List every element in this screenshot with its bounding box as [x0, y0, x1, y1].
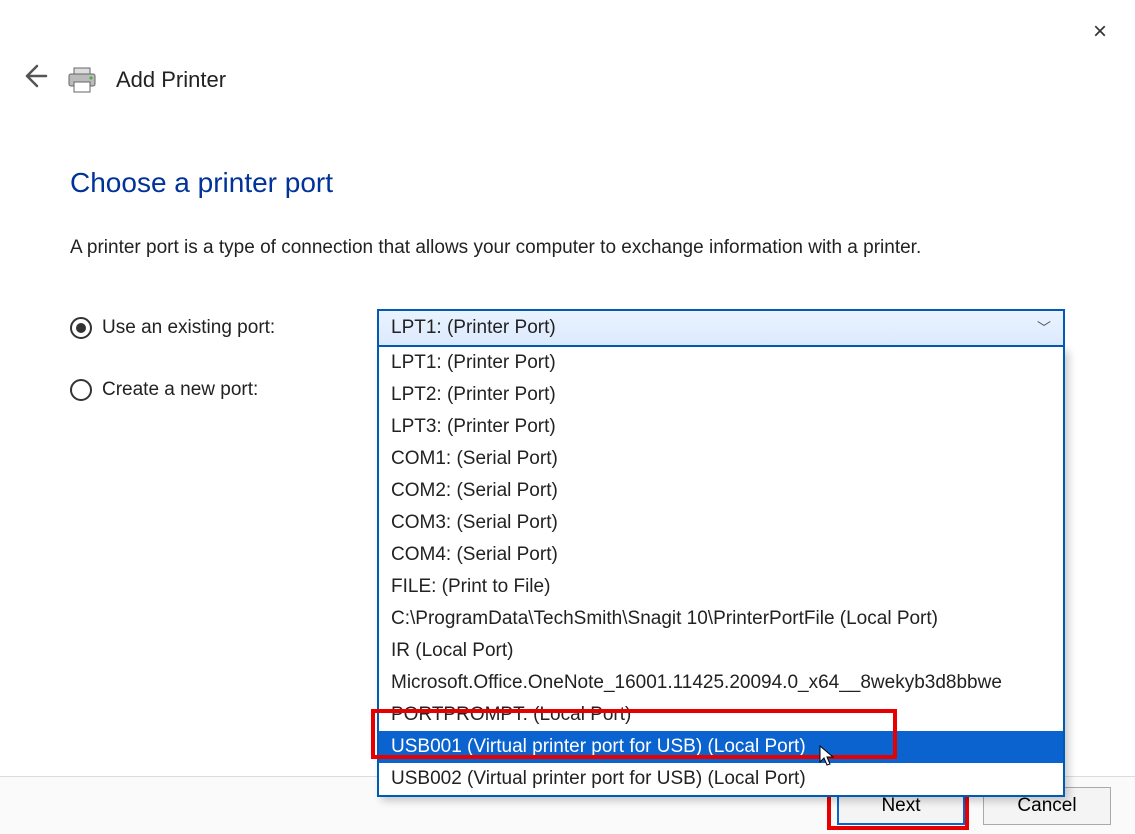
dropdown-option[interactable]: C:\ProgramData\TechSmith\Snagit 10\Print… — [379, 603, 1063, 635]
port-combobox[interactable]: LPT1: (Printer Port) ﹀ — [377, 309, 1065, 347]
dropdown-option[interactable]: COM2: (Serial Port) — [379, 475, 1063, 507]
back-button[interactable] — [20, 62, 48, 97]
dropdown-option[interactable]: COM1: (Serial Port) — [379, 443, 1063, 475]
wizard-header: Add Printer — [0, 0, 1135, 97]
dropdown-option[interactable]: LPT3: (Printer Port) — [379, 411, 1063, 443]
dropdown-option[interactable]: COM4: (Serial Port) — [379, 539, 1063, 571]
stage-description: A printer port is a type of connection t… — [70, 237, 1065, 259]
close-button[interactable]: × — [1093, 18, 1107, 46]
dropdown-option[interactable]: Microsoft.Office.OneNote_16001.11425.200… — [379, 667, 1063, 699]
dropdown-option[interactable]: IR (Local Port) — [379, 635, 1063, 667]
dropdown-option[interactable]: PORTPROMPT: (Local Port) — [379, 699, 1063, 731]
radio-use-existing[interactable]: Use an existing port: — [70, 317, 377, 339]
chevron-down-icon: ﹀ — [1037, 318, 1051, 338]
dropdown-option[interactable]: USB002 (Virtual printer port for USB) (L… — [379, 763, 1063, 795]
option-use-existing-row: Use an existing port: LPT1: (Printer Por… — [70, 309, 1065, 347]
radio-create-new-label: Create a new port: — [102, 379, 258, 401]
radio-create-new-indicator — [70, 379, 92, 401]
window-title: Add Printer — [116, 67, 226, 93]
radio-use-existing-label: Use an existing port: — [102, 317, 275, 339]
printer-icon — [66, 66, 98, 94]
dropdown-option[interactable]: LPT2: (Printer Port) — [379, 379, 1063, 411]
radio-create-new[interactable]: Create a new port: — [70, 379, 380, 401]
stage-heading: Choose a printer port — [70, 167, 1065, 199]
wizard-content: Choose a printer port A printer port is … — [0, 97, 1135, 401]
dropdown-option[interactable]: LPT1: (Printer Port) — [379, 347, 1063, 379]
radio-use-existing-indicator — [70, 317, 92, 339]
dropdown-option-highlighted[interactable]: USB001 (Virtual printer port for USB) (L… — [379, 731, 1063, 763]
port-combo-container: LPT1: (Printer Port) ﹀ LPT1: (Printer Po… — [377, 309, 1065, 347]
dropdown-option[interactable]: COM3: (Serial Port) — [379, 507, 1063, 539]
combobox-selected-text: LPT1: (Printer Port) — [391, 317, 556, 339]
back-arrow-icon — [20, 62, 48, 90]
port-dropdown: LPT1: (Printer Port) LPT2: (Printer Port… — [377, 347, 1065, 797]
dropdown-option[interactable]: FILE: (Print to File) — [379, 571, 1063, 603]
